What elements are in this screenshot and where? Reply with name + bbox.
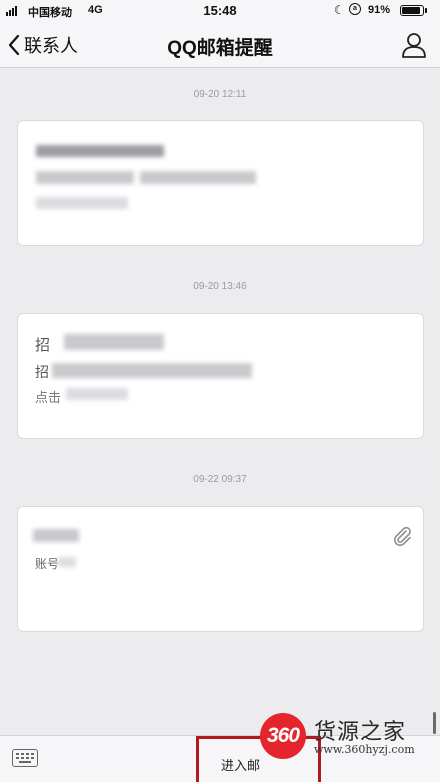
message-line: 招	[35, 337, 51, 354]
redacted-text	[64, 334, 164, 350]
message-line: 点击	[35, 390, 62, 405]
redacted-text	[58, 557, 76, 567]
battery-icon	[400, 5, 427, 16]
rotation-lock-icon: a	[349, 3, 361, 15]
watermark: 360 货源之家 www.360hyzj.com	[252, 712, 440, 760]
redacted-text	[140, 171, 256, 184]
message-card[interactable]: 账号	[17, 506, 424, 632]
redacted-text	[66, 388, 128, 400]
chevron-left-icon	[8, 34, 20, 56]
message-card[interactable]	[17, 120, 424, 246]
person-icon	[402, 33, 426, 58]
profile-button[interactable]	[400, 31, 428, 59]
back-label: 联系人	[24, 36, 78, 56]
battery-fill	[402, 7, 421, 14]
redacted-text	[36, 171, 134, 184]
message-line: 招	[35, 364, 49, 380]
watermark-name: 货源之家	[314, 720, 407, 745]
back-button[interactable]: 联系人	[8, 32, 78, 58]
redacted-text	[33, 529, 79, 542]
message-timestamp: 09-22 09:37	[193, 474, 247, 485]
keyboard-icon[interactable]	[12, 749, 38, 767]
message-line: 账号	[35, 557, 60, 571]
watermark-url: www.360hyzj.com	[314, 743, 415, 756]
moon-icon: ☾	[334, 3, 345, 17]
nav-bar: 联系人 QQ邮箱提醒	[0, 22, 440, 68]
battery-percentage: 91%	[368, 4, 391, 16]
status-bar: 中国移动 4G 15:48 ☾ a 91%	[0, 0, 440, 22]
message-card[interactable]: 招 招 点击	[17, 313, 424, 439]
redacted-text	[52, 363, 252, 378]
redacted-text	[36, 145, 164, 157]
watermark-logo: 360	[260, 713, 306, 759]
redacted-text	[36, 197, 128, 209]
message-timestamp: 09-20 12:11	[193, 89, 247, 100]
message-timestamp: 09-20 13:46	[193, 281, 247, 292]
paperclip-icon[interactable]	[391, 525, 413, 547]
